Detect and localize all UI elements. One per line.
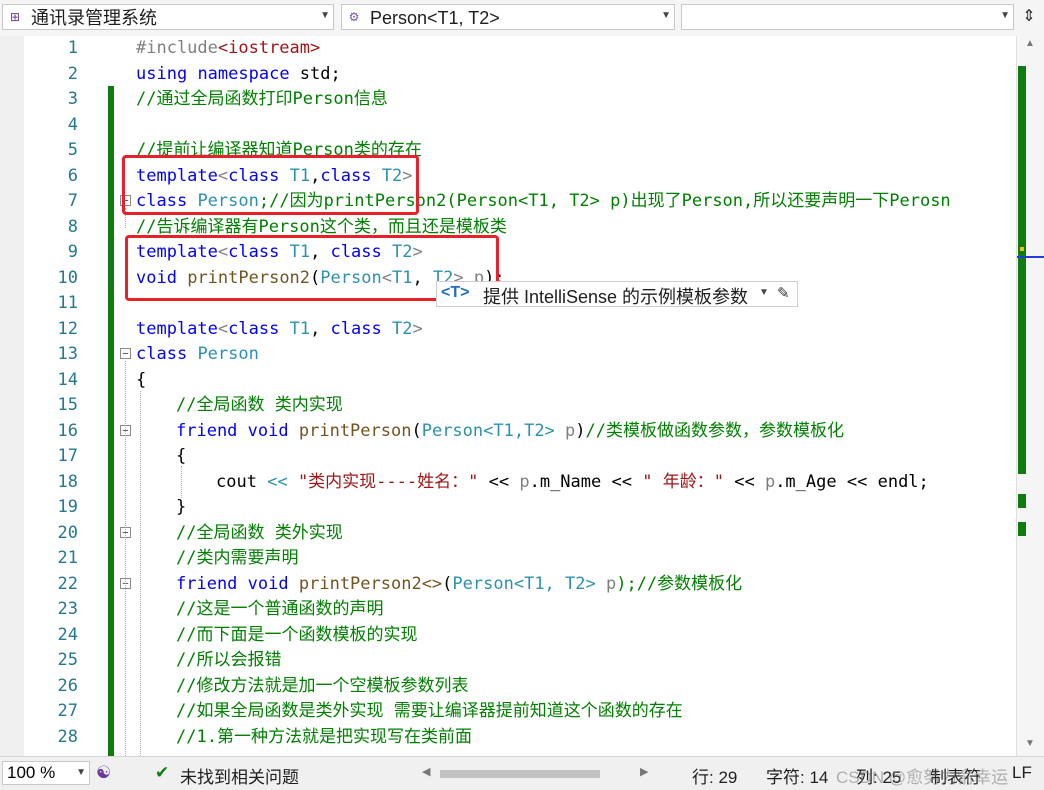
chevron-down-icon[interactable]: ▼ bbox=[759, 287, 769, 298]
code-line-12[interactable]: template<class T1, class T2> bbox=[136, 317, 423, 342]
scroll-left-icon[interactable]: ◀ bbox=[422, 765, 430, 778]
member-dropdown[interactable]: ▼ bbox=[681, 4, 1014, 30]
template-param-icon: <T> bbox=[441, 284, 470, 301]
change-overview-mark bbox=[1018, 522, 1026, 536]
scope-dropdown-label: Person<T1, T2> bbox=[370, 8, 500, 28]
marker bbox=[1020, 247, 1024, 251]
code-line-21[interactable]: //类内需要声明 bbox=[176, 546, 298, 571]
horizontal-scroll-thumb[interactable] bbox=[440, 770, 600, 778]
line-number: 11 bbox=[57, 293, 78, 313]
intellisense-template-hint[interactable]: <T> 提供 IntelliSense 的示例模板参数 ▼ ✎ bbox=[436, 281, 798, 307]
project-icon: ⊞ bbox=[9, 10, 21, 24]
code-line-25[interactable]: //所以会报错 bbox=[176, 648, 281, 673]
code-line-2[interactable]: using namespace std; bbox=[136, 62, 341, 87]
intellicode-icon[interactable]: ☯ bbox=[96, 763, 111, 783]
fold-guide bbox=[125, 361, 126, 756]
code-line-13[interactable]: class Person bbox=[136, 342, 259, 367]
project-dropdown[interactable]: ⊞ 通讯录管理系统 ▼ bbox=[2, 4, 334, 30]
code-line-22[interactable]: friend void printPerson2<>(Person<T1, T2… bbox=[176, 572, 742, 597]
code-line-26[interactable]: //修改方法就是加一个空模板参数列表 bbox=[176, 674, 468, 699]
line-number: 4 bbox=[67, 114, 78, 135]
code-line-20[interactable]: //全局函数 类外实现 bbox=[176, 521, 343, 546]
code-line-3[interactable]: //通过全局函数打印Person信息 bbox=[136, 87, 388, 112]
pencil-icon[interactable]: ✎ bbox=[777, 284, 790, 302]
zoom-label: 100 % bbox=[7, 763, 56, 782]
chevron-down-icon[interactable]: ▼ bbox=[661, 10, 671, 21]
vertical-scrollbar[interactable]: ▲ ▼ bbox=[1016, 36, 1044, 756]
highlight-box-declaration bbox=[122, 155, 419, 215]
chevron-down-icon[interactable]: ▼ bbox=[1000, 10, 1010, 21]
horizontal-scrollbar[interactable]: ◀ ▶ bbox=[422, 765, 654, 781]
zoom-dropdown[interactable]: 100 % ▼ bbox=[2, 761, 90, 785]
code-line-19[interactable]: } bbox=[176, 495, 186, 520]
chevron-down-icon[interactable]: ▼ bbox=[76, 767, 86, 778]
change-overview-mark bbox=[1018, 494, 1026, 508]
code-line-27[interactable]: //如果全局函数是类外实现 需要让编译器提前知道这个函数的存在 bbox=[176, 699, 683, 724]
status-bar: 100 % ▼ ☯ ✔ 未找到相关问题 ◀ ▶ 行: 29 字符: 14 列: … bbox=[0, 756, 1044, 790]
collapse-icon[interactable]: − bbox=[120, 348, 131, 360]
line-indicator[interactable]: 行: 29 bbox=[692, 763, 737, 788]
watermark: CSDN @愈努力俞幸运 bbox=[836, 768, 1009, 787]
class-template-icon: ⚙ bbox=[348, 10, 360, 24]
change-overview-mark bbox=[1018, 66, 1026, 474]
chevron-down-icon[interactable]: ▼ bbox=[320, 10, 330, 21]
split-editor-icon[interactable]: ⇕ bbox=[1017, 4, 1041, 30]
code-line-24[interactable]: //而下面是一个函数模板的实现 bbox=[176, 623, 417, 648]
code-line-23[interactable]: //这是一个普通函数的声明 bbox=[176, 597, 383, 622]
code-editor[interactable]: 1 2 3 4 5 6 7 8 9 10 11 12 13 14 15 16 17 18 19 20 21 22 23 24 2… bbox=[0, 36, 1016, 756]
scroll-right-icon[interactable]: ▶ bbox=[640, 765, 648, 778]
char-indicator[interactable]: 字符: 14 bbox=[766, 763, 828, 788]
indent-guide bbox=[140, 391, 141, 756]
scroll-position-indicator bbox=[1017, 256, 1044, 258]
check-circle-icon: ✔ bbox=[155, 763, 170, 782]
code-line-18[interactable]: cout << "类内实现----姓名：" << p.m_Name << " 年… bbox=[216, 470, 929, 495]
hint-label: 提供 IntelliSense 的示例模板参数 bbox=[483, 287, 749, 307]
scroll-up-icon[interactable]: ▲ bbox=[1025, 38, 1035, 49]
code-line-28[interactable]: //1.第一种方法就是把实现写在类前面 bbox=[176, 725, 472, 750]
issues-status[interactable]: 未找到相关问题 bbox=[180, 763, 299, 788]
scope-dropdown[interactable]: ⚙ Person<T1, T2> ▼ bbox=[341, 4, 675, 30]
indent-guide bbox=[181, 466, 182, 498]
scroll-down-icon[interactable]: ▼ bbox=[1025, 738, 1035, 749]
navigation-bar: ⊞ 通讯录管理系统 ▼ ⚙ Person<T1, T2> ▼ ▼ ⇕ bbox=[0, 0, 1044, 37]
code-line-14[interactable]: { bbox=[136, 368, 146, 393]
code-line-16[interactable]: friend void printPerson(Person<T1,T2> p)… bbox=[176, 419, 844, 444]
line-ending-indicator[interactable]: LF bbox=[1012, 763, 1032, 783]
project-dropdown-label: 通讯录管理系统 bbox=[31, 8, 157, 28]
code-line-1[interactable]: #include<iostream> bbox=[136, 36, 320, 61]
code-line-15[interactable]: //全局函数 类内实现 bbox=[176, 393, 343, 418]
